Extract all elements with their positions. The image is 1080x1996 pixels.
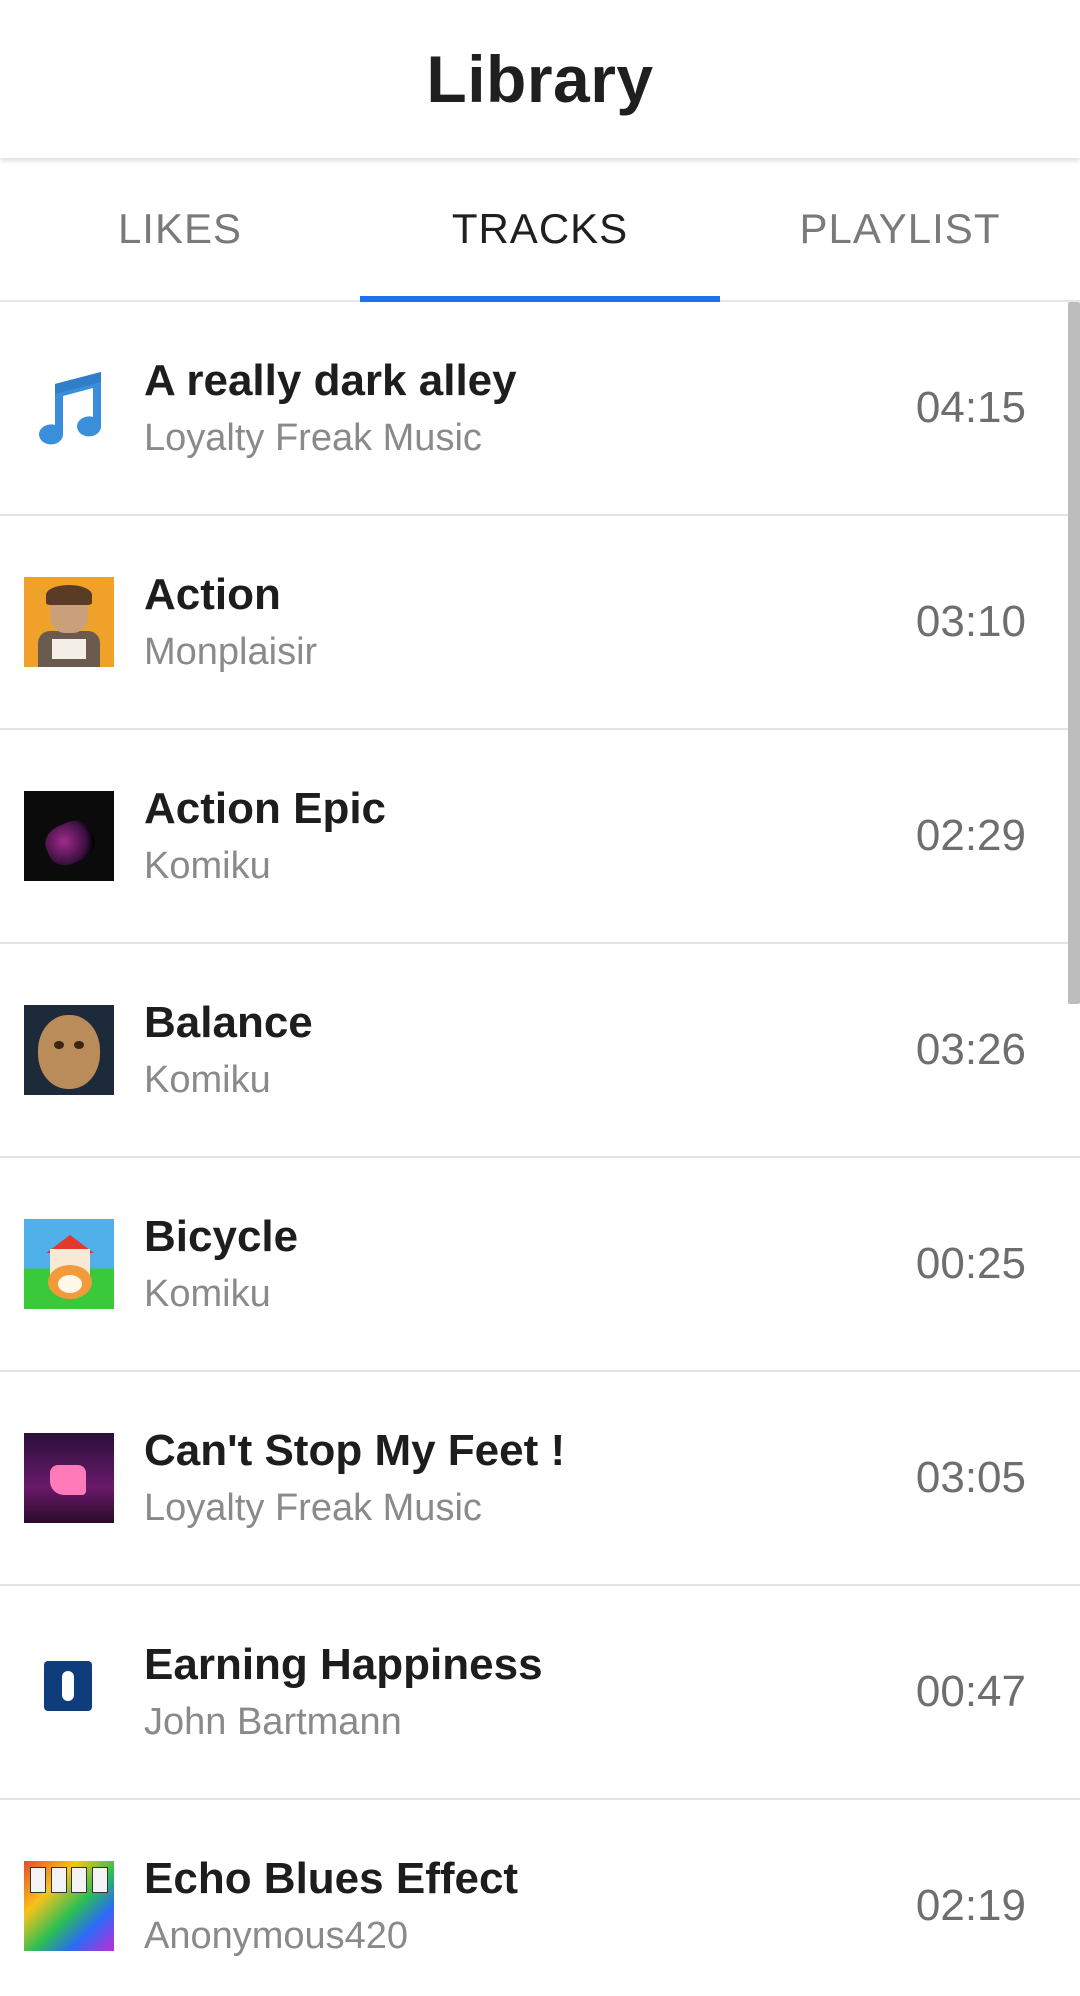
tab-tracks[interactable]: TRACKS	[360, 158, 720, 302]
track-row[interactable]: Bicycle Komiku 00:25	[0, 1158, 1080, 1372]
track-duration: 02:19	[915, 1881, 1026, 1930]
track-duration: 03:10	[915, 597, 1026, 646]
album-art-bicycle	[24, 1219, 114, 1309]
scrollbar[interactable]	[1068, 302, 1080, 1004]
track-artist: Loyalty Freak Music	[144, 1487, 482, 1529]
track-info: Can't Stop My Feet ! Loyalty Freak Music	[144, 1423, 916, 1533]
track-info: Earning Happiness John Bartmann	[144, 1637, 916, 1747]
track-title: Action	[144, 570, 281, 619]
track-row[interactable]: Balance Komiku 03:26	[0, 944, 1080, 1158]
track-artist: Loyalty Freak Music	[144, 417, 482, 459]
app-bar: Library	[0, 0, 1080, 158]
track-artist: Monplaisir	[144, 631, 318, 673]
track-title: Action Epic	[144, 784, 387, 833]
track-title: Earning Happiness	[144, 1640, 543, 1689]
album-art-cant-stop-my-feet	[24, 1433, 114, 1523]
library-screen: Library LIKES TRACKS PLAYLIST A really d…	[0, 0, 1080, 1996]
album-art-balance	[24, 1005, 114, 1095]
track-row[interactable]: A really dark alley Loyalty Freak Music …	[0, 302, 1080, 516]
page-title: Library	[426, 42, 654, 116]
track-row[interactable]: Earning Happiness John Bartmann 00:47	[0, 1586, 1080, 1800]
track-duration: 03:05	[915, 1453, 1026, 1502]
track-info: Action Epic Komiku	[144, 781, 916, 891]
track-info: Echo Blues Effect Anonymous420	[144, 1851, 916, 1961]
track-info: Balance Komiku	[144, 995, 916, 1105]
music-note-icon	[24, 363, 114, 453]
track-artist: Komiku	[144, 1273, 271, 1315]
track-artist: Komiku	[144, 845, 271, 887]
track-title: Bicycle	[144, 1212, 299, 1261]
track-title: Echo Blues Effect	[144, 1854, 519, 1903]
track-info: Bicycle Komiku	[144, 1209, 916, 1319]
track-duration: 02:29	[915, 811, 1026, 860]
track-list: A really dark alley Loyalty Freak Music …	[0, 302, 1080, 1996]
track-info: A really dark alley Loyalty Freak Music	[144, 353, 916, 463]
track-duration: 03:26	[915, 1025, 1026, 1074]
album-art-action	[24, 577, 114, 667]
track-duration: 00:25	[915, 1239, 1026, 1288]
track-duration: 00:47	[915, 1667, 1026, 1716]
tab-likes[interactable]: LIKES	[0, 158, 360, 300]
track-title: A really dark alley	[144, 356, 517, 405]
track-duration: 04:15	[915, 383, 1026, 432]
album-art-earning-happiness	[24, 1647, 114, 1737]
album-art-echo-blues-effect	[24, 1861, 114, 1951]
track-row[interactable]: Action Epic Komiku 02:29	[0, 730, 1080, 944]
track-info: Action Monplaisir	[144, 567, 916, 677]
track-artist: Anonymous420	[144, 1915, 409, 1957]
tab-bar: LIKES TRACKS PLAYLIST	[0, 158, 1080, 302]
track-title: Can't Stop My Feet !	[144, 1426, 566, 1475]
track-artist: John Bartmann	[144, 1701, 402, 1743]
track-row[interactable]: Can't Stop My Feet ! Loyalty Freak Music…	[0, 1372, 1080, 1586]
track-row[interactable]: Echo Blues Effect Anonymous420 02:19	[0, 1800, 1080, 1996]
track-row[interactable]: Action Monplaisir 03:10	[0, 516, 1080, 730]
tab-playlist[interactable]: PLAYLIST	[720, 158, 1080, 300]
album-art-action-epic	[24, 791, 114, 881]
track-artist: Komiku	[144, 1059, 271, 1101]
track-title: Balance	[144, 998, 313, 1047]
